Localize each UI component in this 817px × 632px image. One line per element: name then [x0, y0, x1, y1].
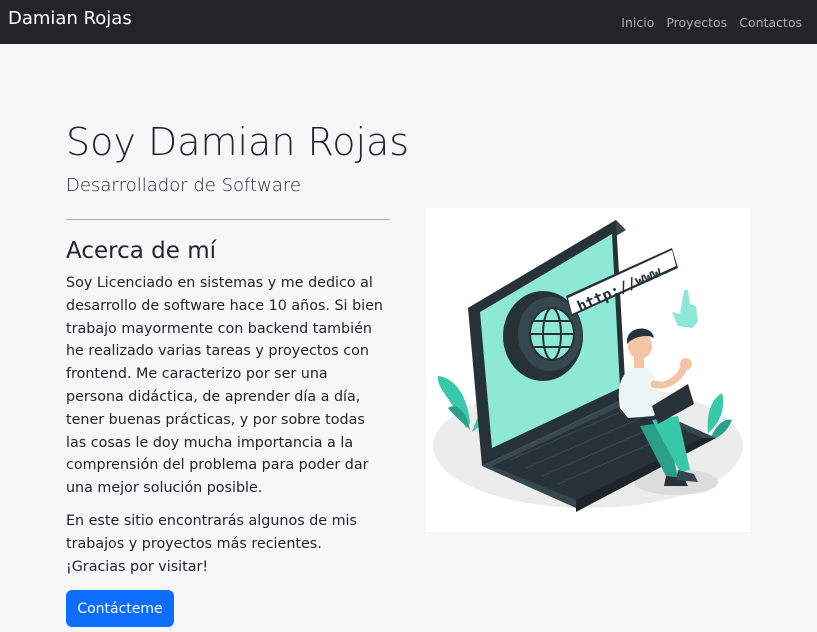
- contact-button[interactable]: Contácteme: [66, 590, 174, 627]
- brand-link[interactable]: Damian Rojas: [8, 8, 132, 29]
- page-subtitle: Desarrollador de Software: [66, 175, 301, 196]
- about-paragraph: Soy Licenciado en sistemas y me dedico a…: [66, 275, 383, 497]
- nav-link-proyectos[interactable]: Proyectos: [666, 15, 727, 30]
- nav-link-contactos[interactable]: Contactos: [739, 15, 802, 30]
- developer-laptop-illustration: http://www.: [433, 220, 743, 512]
- page-title: Soy Damian Rojas: [66, 120, 410, 164]
- navbar: Damian Rojas Inicio Proyectos Contactos: [0, 0, 817, 44]
- divider: [66, 219, 390, 220]
- nav-link-inicio[interactable]: Inicio: [621, 15, 654, 30]
- nav-links: Inicio Proyectos Contactos: [621, 15, 802, 30]
- about-paragraph-2: En este sitio encontrarás algunos de mis…: [66, 513, 357, 575]
- main-content: Soy Damian Rojas Desarrollador de Softwa…: [0, 44, 817, 632]
- about-heading: Acerca de mí: [66, 238, 216, 264]
- hero-illustration: http://www.: [426, 208, 750, 532]
